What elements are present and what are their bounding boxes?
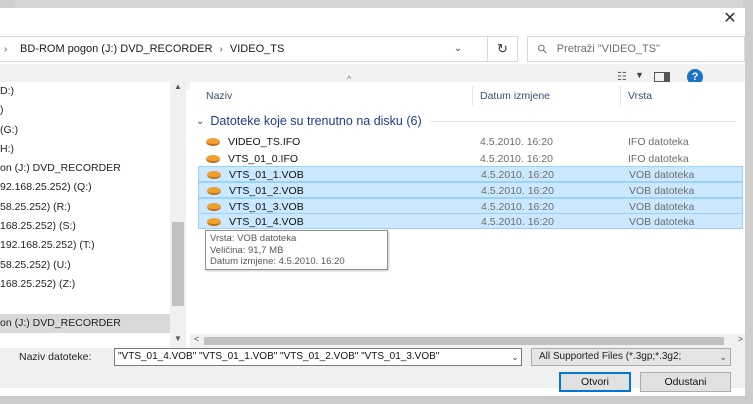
bottom-bar: Naziv datoteke: "VTS_01_4.VOB" "VTS_01_1… [0, 348, 745, 392]
divider [429, 120, 736, 122]
file-row[interactable]: VIDEO_TS.IFO 4.5.2010. 16:20 IFO datoteka [198, 134, 743, 150]
file-type: VOB datoteka [629, 185, 695, 197]
disc-file-icon [207, 203, 221, 211]
file-date: 4.5.2010. 16:20 [480, 153, 553, 165]
file-name: VTS_01_2.VOB [229, 185, 304, 197]
disc-file-icon [207, 171, 221, 179]
disc-file-icon [206, 138, 220, 146]
file-tooltip: Vrsta: VOB datoteka Veličina: 91,7 MB Da… [205, 230, 388, 270]
scroll-left-icon[interactable]: < [194, 334, 199, 344]
nav-item[interactable]: 168.25.252) (S:) [0, 217, 186, 236]
column-header-date[interactable]: Datum izmjene [480, 82, 550, 108]
file-type-select[interactable]: All Supported Files (*.3gp;*.3g2; ⌄ [531, 348, 731, 366]
file-name: VTS_01_4.VOB [229, 216, 304, 228]
file-type-value: All Supported Files (*.3gp;*.3g2; [539, 351, 682, 362]
horizontal-scrollbar[interactable]: < > [190, 334, 745, 348]
nav-item[interactable]: D:) [0, 82, 186, 101]
scroll-up-icon[interactable]: ▲ [170, 82, 186, 96]
chevron-down-icon[interactable]: ⌄ [450, 43, 466, 57]
nav-item[interactable]: 92.168.25.252) (Q:) [0, 178, 186, 197]
nav-item[interactable]: 168.25.252) (Z:) [0, 275, 186, 294]
nav-item[interactable]: on (J:) DVD_RECORDER [0, 159, 186, 178]
file-row[interactable]: VTS_01_4.VOB 4.5.2010. 16:20 VOB datoteka [198, 213, 743, 229]
file-date: 4.5.2010. 16:20 [481, 169, 554, 181]
breadcrumb-overflow-chevron-icon[interactable]: › [4, 44, 7, 55]
breadcrumb-separator-icon[interactable]: › [220, 44, 223, 55]
column-divider[interactable] [620, 86, 621, 106]
close-icon[interactable]: ✕ [721, 10, 739, 28]
tooltip-type: Vrsta: VOB datoteka [210, 233, 297, 244]
group-header[interactable]: ⌄ Datoteke koje su trenutno na disku (6) [196, 112, 736, 130]
chevron-down-icon[interactable]: ⌄ [717, 349, 727, 365]
disc-file-icon [206, 155, 220, 163]
refresh-icon[interactable]: ↻ [488, 36, 518, 62]
cancel-button[interactable]: Odustani [640, 372, 731, 392]
address-bar[interactable]: › BD-ROM pogon (J:) DVD_RECORDER › VIDEO… [0, 36, 488, 62]
group-label: Datoteke koje su trenutno na disku (6) [210, 114, 422, 128]
nav-item[interactable]: 192.168.25.252) (T:) [0, 236, 186, 255]
background-top [0, 0, 753, 8]
nav-item[interactable]: 58.25.252) (R:) [0, 198, 186, 217]
file-type: VOB datoteka [629, 216, 695, 228]
nav-scrollbar[interactable] [170, 82, 186, 348]
navigation-pane: D:)) (G:) H:) on (J:) DVD_RECORDER 92.168.25… [0, 82, 186, 348]
tooltip-date: Datum izmjene: 4.5.2010. 16:20 [210, 256, 345, 267]
disc-file-icon [207, 187, 221, 195]
file-row[interactable]: VTS_01_2.VOB 4.5.2010. 16:20 VOB datoteka [198, 182, 743, 198]
filename-label: Naziv datoteke: [19, 351, 92, 363]
file-type: VOB datoteka [629, 169, 695, 181]
preview-pane-icon[interactable] [654, 72, 670, 82]
nav-item[interactable]: 58.25.252) (U:) [0, 256, 186, 275]
file-list: ^ Naziv Datum izmjene Vrsta ⌄ Datoteke k… [190, 74, 745, 334]
nav-item[interactable]: on (J:) DVD_RECORDER [0, 313, 186, 333]
nav-item[interactable] [0, 294, 186, 313]
file-date: 4.5.2010. 16:20 [481, 216, 554, 228]
file-name: VIDEO_TS.IFO [228, 136, 301, 148]
file-date: 4.5.2010. 16:20 [481, 185, 554, 197]
address-row: › BD-ROM pogon (J:) DVD_RECORDER › VIDEO… [0, 36, 745, 64]
file-name: VTS_01_1.VOB [229, 169, 304, 181]
file-row[interactable]: VTS_01_1.VOB 4.5.2010. 16:20 VOB datoteka [198, 166, 743, 182]
nav-item[interactable]: ) [0, 101, 186, 120]
column-divider[interactable] [472, 86, 473, 106]
horizontal-scrollbar-thumb[interactable] [204, 337, 724, 345]
chevron-down-icon[interactable]: ▼ [635, 70, 644, 80]
breadcrumb-item[interactable]: VIDEO_TS [230, 43, 284, 55]
filename-input[interactable]: "VTS_01_4.VOB" "VTS_01_1.VOB" "VTS_01_2.… [114, 348, 522, 366]
file-row[interactable]: VTS_01_0.IFO 4.5.2010. 16:20 IFO datoteka [198, 151, 743, 167]
file-name: VTS_01_0.IFO [228, 153, 299, 165]
column-header-type[interactable]: Vrsta [628, 82, 652, 108]
nav-item[interactable]: (G:) [0, 121, 186, 140]
chevron-down-icon[interactable]: ⌄ [196, 116, 204, 127]
scroll-right-icon[interactable]: > [738, 334, 743, 344]
disc-file-icon [207, 218, 221, 226]
file-type: IFO datoteka [628, 153, 689, 165]
search-input[interactable]: ⚲ Pretraži "VIDEO_TS" [527, 36, 745, 62]
chevron-down-icon[interactable]: ⌄ [508, 348, 522, 366]
search-icon: ⚲ [534, 40, 551, 58]
tooltip-size: Veličina: 91,7 MB [210, 244, 284, 256]
column-header-name[interactable]: Naziv [206, 82, 232, 108]
file-type: IFO datoteka [628, 136, 689, 148]
scroll-down-icon[interactable]: ▼ [170, 334, 186, 348]
search-placeholder: Pretraži "VIDEO_TS" [556, 43, 660, 55]
nav-item[interactable]: H:) [0, 140, 186, 159]
file-row[interactable]: VTS_01_3.VOB 4.5.2010. 16:20 VOB datoteka [198, 198, 743, 214]
file-date: 4.5.2010. 16:20 [480, 136, 553, 148]
nav-scrollbar-thumb[interactable] [172, 222, 184, 306]
open-button[interactable]: Otvori [559, 372, 631, 392]
sort-ascending-icon: ^ [347, 74, 352, 84]
breadcrumb-item[interactable]: BD-ROM pogon (J:) DVD_RECORDER [20, 43, 213, 55]
